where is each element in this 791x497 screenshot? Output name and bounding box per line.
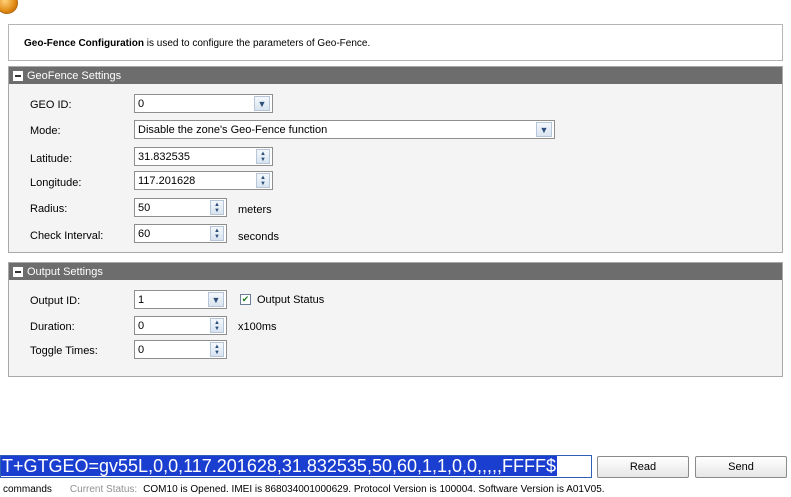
send-button[interactable]: Send <box>695 456 787 478</box>
info-title: Geo-Fence Configuration <box>24 38 144 49</box>
toggle-times-spinner[interactable]: 0 ▲ ▼ <box>134 340 227 359</box>
geofence-settings-header[interactable]: GeoFence Settings <box>9 67 782 84</box>
longitude-label: Longitude: <box>30 177 82 189</box>
latitude-value: 31.832535 <box>138 150 190 163</box>
status-bar: commands Current Status: COM10 is Opened… <box>0 482 791 497</box>
output-status-label: Output Status <box>257 294 325 306</box>
chevron-down-icon[interactable]: ▼ <box>536 122 552 137</box>
output-id-select[interactable]: 1 ▼ <box>134 290 227 309</box>
command-text: T+GTGEO=gv55L,0,0,117.201628,31.832535,5… <box>1 456 558 476</box>
check-interval-spinner[interactable]: 60 ▲ ▼ <box>134 224 227 243</box>
check-interval-unit: seconds <box>238 231 279 243</box>
geofence-settings-title: GeoFence Settings <box>27 69 122 82</box>
radius-label: Radius: <box>30 203 68 215</box>
chevron-down-icon[interactable]: ▼ <box>208 292 224 307</box>
command-input[interactable]: T+GTGEO=gv55L,0,0,117.201628,31.832535,5… <box>0 455 592 478</box>
collapse-minus-icon[interactable] <box>13 266 23 277</box>
commands-label[interactable]: commands <box>3 484 52 495</box>
read-button[interactable]: Read <box>597 456 689 478</box>
radius-unit: meters <box>238 204 272 216</box>
duration-value: 0 <box>138 319 145 332</box>
geo-id-value: 0 <box>138 97 145 110</box>
mode-value: Disable the zone's Geo-Fence function <box>138 123 328 136</box>
chevron-down-icon[interactable]: ▼ <box>254 96 270 111</box>
spinner-updown-icon[interactable]: ▲ ▼ <box>210 200 224 215</box>
spinner-updown-icon[interactable]: ▲ ▼ <box>210 318 224 333</box>
current-status-label: Current Status: <box>69 484 138 495</box>
check-icon: ✔ <box>241 294 250 304</box>
app-logo-icon <box>0 0 18 14</box>
output-settings-panel: Output Settings Output ID: 1 ▼ ✔ Output … <box>8 262 783 377</box>
longitude-value: 117.201628 <box>138 174 196 187</box>
output-settings-header[interactable]: Output Settings <box>9 263 782 280</box>
status-message: COM10 is Opened. IMEI is 868034001000629… <box>143 484 605 495</box>
mode-select[interactable]: Disable the zone's Geo-Fence function ▼ <box>134 120 555 139</box>
info-description: Geo-Fence Configuration is used to confi… <box>24 38 370 49</box>
output-settings-title: Output Settings <box>27 265 103 278</box>
geo-id-select[interactable]: 0 ▼ <box>134 94 273 113</box>
toggle-times-value: 0 <box>138 343 145 356</box>
mode-label: Mode: <box>30 125 61 137</box>
check-interval-label: Check Interval: <box>30 230 104 242</box>
geo-id-label: GEO ID: <box>30 99 72 111</box>
radius-spinner[interactable]: 50 ▲ ▼ <box>134 198 227 217</box>
info-text: is used to configure the parameters of G… <box>144 38 371 49</box>
toggle-times-label: Toggle Times: <box>30 345 98 357</box>
spinner-updown-icon[interactable]: ▲ ▼ <box>210 226 224 241</box>
spinner-updown-icon[interactable]: ▲ ▼ <box>256 149 270 164</box>
longitude-spinner[interactable]: 117.201628 ▲ ▼ <box>134 171 273 190</box>
collapse-minus-icon[interactable] <box>13 70 23 81</box>
duration-label: Duration: <box>30 321 75 333</box>
spinner-updown-icon[interactable]: ▲ ▼ <box>256 173 270 188</box>
radius-value: 50 <box>138 201 151 214</box>
latitude-spinner[interactable]: 31.832535 ▲ ▼ <box>134 147 273 166</box>
check-interval-value: 60 <box>138 227 151 240</box>
duration-unit: x100ms <box>238 321 277 333</box>
output-status-checkbox[interactable]: ✔ <box>240 294 251 305</box>
latitude-label: Latitude: <box>30 153 73 165</box>
output-id-value: 1 <box>138 293 145 306</box>
duration-spinner[interactable]: 0 ▲ ▼ <box>134 316 227 335</box>
output-id-label: Output ID: <box>30 295 81 307</box>
geofence-settings-panel: GeoFence Settings GEO ID: 0 ▼ Mode: Disa… <box>8 66 783 253</box>
info-bar: Geo-Fence Configuration is used to confi… <box>8 24 783 61</box>
spinner-updown-icon[interactable]: ▲ ▼ <box>210 342 224 357</box>
